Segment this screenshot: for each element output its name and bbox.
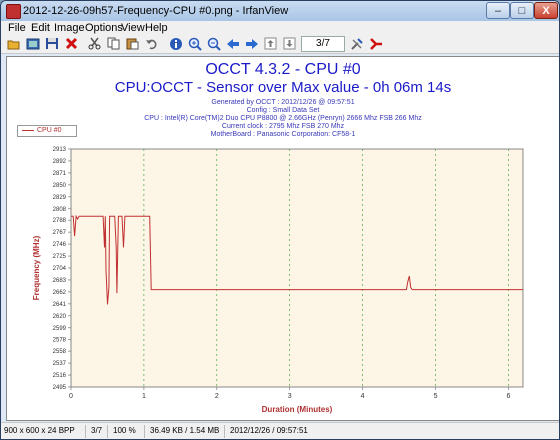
zoom-out-icon[interactable] bbox=[206, 36, 221, 51]
status-filesize: 36.49 KB / 1.54 MB bbox=[150, 426, 220, 435]
menu-view[interactable]: View bbox=[121, 21, 145, 35]
minimize-button[interactable]: – bbox=[486, 2, 510, 19]
toolbar: 3/7 bbox=[1, 35, 559, 54]
y-tick-label: 2558 bbox=[53, 349, 67, 355]
status-zoom: 100 % bbox=[113, 426, 136, 435]
menu-file[interactable]: File bbox=[8, 21, 26, 35]
status-dimensions: 900 x 600 x 24 BPP bbox=[4, 426, 75, 435]
first-page-icon[interactable] bbox=[263, 36, 278, 51]
y-tick-label: 2662 bbox=[53, 290, 67, 296]
x-tick-label: 4 bbox=[361, 393, 365, 400]
y-tick-label: 2683 bbox=[53, 278, 67, 284]
menu-options[interactable]: Options bbox=[85, 21, 123, 35]
y-tick-label: 2599 bbox=[53, 326, 67, 332]
title-bar[interactable]: 2012-12-26-09h57-Frequency-CPU #0.png - … bbox=[1, 1, 559, 21]
next-icon[interactable] bbox=[244, 36, 259, 51]
image-canvas[interactable]: OCCT 4.3.2 - CPU #0 CPU:OCCT - Sensor ov… bbox=[6, 56, 559, 421]
page-indicator[interactable]: 3/7 bbox=[301, 36, 345, 52]
status-datetime: 2012/12/26 / 09:57:51 bbox=[230, 426, 308, 435]
irfanview-app-icon bbox=[6, 4, 21, 19]
x-tick-label: 5 bbox=[434, 393, 438, 400]
close-button[interactable]: X bbox=[534, 2, 558, 19]
x-tick-label: 0 bbox=[69, 393, 73, 400]
paste-icon[interactable] bbox=[125, 36, 140, 51]
y-tick-label: 2788 bbox=[53, 218, 67, 224]
menu-help[interactable]: Help bbox=[145, 21, 168, 35]
cut-icon[interactable] bbox=[87, 36, 102, 51]
x-axis-label: Duration (Minutes) bbox=[262, 405, 333, 414]
y-tick-label: 2850 bbox=[53, 183, 67, 189]
prev-icon[interactable] bbox=[225, 36, 240, 51]
frequency-chart: 2495251625372558257825992620264126622683… bbox=[32, 147, 524, 414]
y-tick-label: 2808 bbox=[53, 207, 67, 213]
x-tick-label: 1 bbox=[142, 393, 146, 400]
status-page: 3/7 bbox=[91, 426, 103, 435]
thumbnails-icon[interactable] bbox=[25, 36, 40, 51]
menu-image[interactable]: Image bbox=[54, 21, 85, 35]
y-tick-label: 2641 bbox=[53, 302, 67, 308]
plot-area bbox=[70, 148, 524, 388]
delete-icon[interactable] bbox=[64, 36, 79, 51]
status-separator bbox=[107, 425, 108, 438]
save-icon[interactable] bbox=[44, 36, 59, 51]
undo-icon[interactable] bbox=[144, 36, 159, 51]
settings-icon[interactable] bbox=[349, 36, 364, 51]
status-separator bbox=[224, 425, 225, 438]
x-tick-label: 2 bbox=[215, 393, 219, 400]
info-icon[interactable] bbox=[168, 36, 183, 51]
y-tick-label: 2578 bbox=[53, 338, 67, 344]
exit-icon[interactable] bbox=[369, 36, 384, 51]
y-axis-label: Frequency (MHz) bbox=[32, 235, 41, 300]
y-tick-label: 2704 bbox=[53, 266, 67, 272]
maximize-button[interactable]: □ bbox=[510, 2, 534, 19]
y-tick-label: 2829 bbox=[53, 195, 67, 201]
status-bar: 900 x 600 x 24 BPP 3/7 100 % 36.49 KB / … bbox=[1, 422, 559, 439]
menu-edit[interactable]: Edit bbox=[31, 21, 50, 35]
y-tick-label: 2871 bbox=[53, 171, 67, 177]
x-tick-label: 3 bbox=[288, 393, 292, 400]
y-tick-label: 2537 bbox=[53, 361, 67, 367]
irfanview-window: 2012-12-26-09h57-Frequency-CPU #0.png - … bbox=[0, 0, 560, 440]
y-tick-label: 2767 bbox=[53, 230, 67, 236]
last-page-icon[interactable] bbox=[282, 36, 297, 51]
copy-icon[interactable] bbox=[106, 36, 121, 51]
y-tick-label: 2892 bbox=[53, 159, 67, 165]
y-tick-label: 2495 bbox=[53, 385, 67, 391]
status-separator bbox=[144, 425, 145, 438]
y-tick-label: 2620 bbox=[53, 314, 67, 320]
x-tick-label: 6 bbox=[506, 393, 510, 400]
window-title: 2012-12-26-09h57-Frequency-CPU #0.png - … bbox=[23, 5, 289, 17]
menu-bar: File Edit Image Options View Help bbox=[1, 21, 559, 35]
y-tick-label: 2913 bbox=[53, 147, 67, 153]
y-tick-label: 2746 bbox=[53, 242, 67, 248]
y-tick-label: 2516 bbox=[53, 373, 67, 379]
y-tick-label: 2725 bbox=[53, 254, 67, 260]
status-separator bbox=[85, 425, 86, 438]
open-icon[interactable] bbox=[6, 36, 21, 51]
zoom-in-icon[interactable] bbox=[187, 36, 202, 51]
